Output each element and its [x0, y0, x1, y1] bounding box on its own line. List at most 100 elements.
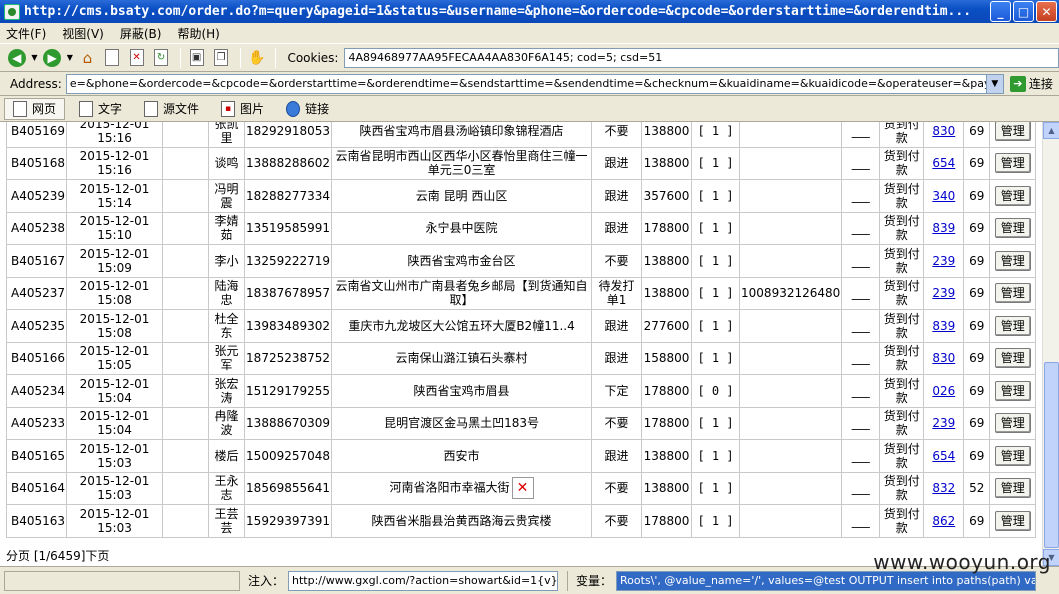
- customer-address: 陕西省宝鸡市眉县汤峪镇印象锦程酒店: [331, 122, 593, 148]
- operator-link[interactable]: 654: [923, 439, 965, 473]
- manage-button[interactable]: 管理: [994, 185, 1031, 206]
- save-button[interactable]: ▣: [186, 47, 208, 69]
- tool-button[interactable]: ✋: [246, 47, 268, 69]
- manage-button[interactable]: 管理: [994, 122, 1031, 141]
- cookies-input[interactable]: 4A89468977AA95FECAA4AA830F6A145; cod=5; …: [344, 47, 1059, 68]
- manage-cell: 管理: [989, 179, 1037, 213]
- menu-block[interactable]: 屏蔽(B): [120, 25, 162, 42]
- operator-link-text[interactable]: 830: [932, 351, 955, 365]
- manage-button[interactable]: 管理: [994, 445, 1031, 466]
- page-button[interactable]: [101, 47, 123, 69]
- stop-button[interactable]: ✕: [126, 47, 148, 69]
- copy-button[interactable]: ❐: [210, 47, 232, 69]
- operator-link-text[interactable]: 830: [932, 124, 955, 138]
- order-date: 2015-12-01: [79, 214, 150, 229]
- scroll-thumb[interactable]: [1044, 362, 1059, 548]
- order-quantity: [ 1 ]: [691, 504, 741, 538]
- broken-image-icon: ✕: [511, 477, 534, 500]
- order-count: 69: [963, 146, 991, 180]
- refresh-button[interactable]: ↻: [150, 47, 172, 69]
- back-button[interactable]: ◀: [6, 47, 28, 69]
- menu-help[interactable]: 帮助(H): [177, 25, 219, 42]
- go-button[interactable]: ➔ 连接: [1009, 75, 1053, 92]
- order-clock: 15:04: [97, 390, 132, 405]
- operator-link-text[interactable]: 239: [932, 254, 955, 268]
- tab-source[interactable]: 源文件: [136, 98, 207, 120]
- operator-link-text[interactable]: 239: [932, 286, 955, 300]
- menu-view[interactable]: 视图(V): [62, 25, 104, 42]
- operator-link[interactable]: 839: [923, 309, 965, 343]
- customer-name: 陆海忠: [208, 276, 246, 310]
- forward-dropdown[interactable]: ▼: [66, 47, 74, 69]
- operator-link-text[interactable]: 340: [932, 189, 955, 203]
- operator-link[interactable]: 026: [923, 374, 965, 408]
- tab-links[interactable]: 链接: [278, 98, 337, 120]
- operator-link[interactable]: 862: [923, 504, 965, 538]
- operator-link-text[interactable]: 026: [932, 384, 955, 398]
- operator-link-text[interactable]: 839: [932, 319, 955, 333]
- operator-link[interactable]: 239: [923, 406, 965, 440]
- operator-link-text[interactable]: 839: [932, 221, 955, 235]
- operator-link[interactable]: 830: [923, 341, 965, 375]
- forward-arrow-icon: ▶: [43, 48, 62, 67]
- operator-link-text[interactable]: 862: [932, 514, 955, 528]
- manage-button[interactable]: 管理: [994, 315, 1031, 336]
- payment-type: 货到付款: [879, 276, 925, 310]
- order-clock: 15:09: [97, 260, 132, 275]
- operator-link[interactable]: 340: [923, 179, 965, 213]
- customer-address: 云南保山潞江镇石头寨村: [331, 341, 593, 375]
- maximize-button[interactable]: □: [1013, 1, 1034, 22]
- dash-cell: ___: [841, 146, 881, 180]
- inject-label: 注入：: [248, 574, 285, 588]
- forward-button[interactable]: ▶: [41, 47, 63, 69]
- operator-link-text[interactable]: 654: [932, 449, 955, 463]
- manage-cell: 管理: [989, 211, 1037, 245]
- copy-icon: ❐: [214, 49, 229, 66]
- operator-link[interactable]: 239: [923, 276, 965, 310]
- order-amount: 138800: [641, 122, 693, 148]
- operator-link[interactable]: 830: [923, 122, 965, 148]
- inject-input[interactable]: http://www.gxgl.com/?action=showart&id=1…: [288, 570, 559, 591]
- manage-button[interactable]: 管理: [994, 510, 1031, 531]
- tracking-number: [739, 146, 843, 180]
- manage-cell: 管理: [989, 146, 1037, 180]
- manage-button[interactable]: 管理: [994, 250, 1031, 271]
- table-row: A405235 2015-12-01 15:08 杜全东 13983489302 重庆市九…: [5, 309, 1037, 343]
- address-dropdown[interactable]: ▼: [985, 74, 1003, 93]
- address-input[interactable]: e=&phone=&ordercode=&cpcode=&orderstartt…: [65, 73, 1004, 94]
- manage-button[interactable]: 管理: [994, 218, 1031, 239]
- operator-link[interactable]: 239: [923, 244, 965, 278]
- close-button[interactable]: ✕: [1036, 1, 1057, 22]
- order-status: 跟进: [591, 309, 643, 343]
- manage-button[interactable]: 管理: [994, 283, 1031, 304]
- manage-button[interactable]: 管理: [994, 380, 1031, 401]
- operator-link[interactable]: 832: [923, 471, 965, 505]
- order-clock: 15:10: [97, 228, 132, 243]
- scroll-up-icon[interactable]: ▲: [1043, 122, 1059, 139]
- manage-cell: 管理: [989, 309, 1037, 343]
- manage-button[interactable]: 管理: [994, 153, 1031, 174]
- payment-type: 货到付款: [879, 244, 925, 278]
- manage-button[interactable]: 管理: [994, 413, 1031, 434]
- manage-button[interactable]: 管理: [994, 478, 1031, 499]
- manage-button[interactable]: 管理: [994, 348, 1031, 369]
- operator-link-text[interactable]: 654: [932, 156, 955, 170]
- menu-file[interactable]: 文件(F): [6, 25, 46, 42]
- operator-link[interactable]: 654: [923, 146, 965, 180]
- operator-link-text[interactable]: 832: [932, 481, 955, 495]
- vertical-scrollbar[interactable]: ▲ ▼: [1042, 122, 1059, 566]
- payment-type: 货到付款: [879, 211, 925, 245]
- operator-link[interactable]: 839: [923, 211, 965, 245]
- minimize-button[interactable]: _: [990, 1, 1011, 22]
- empty-cell: [162, 244, 210, 278]
- customer-phone: 18292918053: [244, 122, 333, 148]
- empty-cell: [162, 122, 210, 148]
- back-dropdown[interactable]: ▼: [31, 47, 39, 69]
- home-button[interactable]: ⌂: [77, 47, 99, 69]
- tab-text[interactable]: 文字: [71, 98, 130, 120]
- tab-webpage[interactable]: 网页: [4, 97, 66, 120]
- operator-link-text[interactable]: 239: [932, 416, 955, 430]
- order-status: 跟进: [591, 179, 643, 213]
- tab-images[interactable]: ▪ 图片: [213, 98, 272, 120]
- customer-name: 李小: [208, 244, 246, 278]
